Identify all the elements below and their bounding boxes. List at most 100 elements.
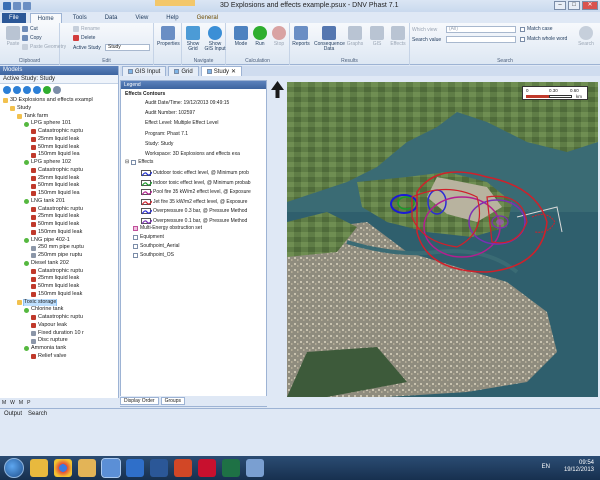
- legend-extra-obstruction[interactable]: Multi-Energy obstruction set: [133, 225, 202, 231]
- tree-item[interactable]: Ammonia tank: [0, 345, 118, 353]
- tree-item[interactable]: 150mm liquid lea: [0, 190, 118, 198]
- tab-data[interactable]: Data: [98, 13, 125, 23]
- tab-file[interactable]: File: [2, 13, 26, 23]
- match-case-checkbox[interactable]: [520, 26, 525, 32]
- tree-item[interactable]: 150mm liquid leak: [0, 229, 118, 237]
- tab-home[interactable]: Home: [29, 13, 62, 23]
- powerpoint-icon[interactable]: [174, 459, 192, 477]
- legend-extra-os[interactable]: Southpoint_OS: [133, 252, 174, 258]
- match-whole-word-option[interactable]: Match whole word: [520, 36, 567, 42]
- legend-extra-equipment[interactable]: Equipment: [133, 234, 164, 240]
- effect-legend-item[interactable]: Overpressure 0.1 bar, @ Pressure Method: [141, 217, 247, 224]
- excel-icon[interactable]: [222, 459, 240, 477]
- cut-button[interactable]: Cut: [22, 26, 38, 32]
- tree-item[interactable]: Catastrophic ruptu: [0, 206, 118, 214]
- tab-tools[interactable]: Tools: [66, 13, 94, 23]
- tab-search[interactable]: Search: [28, 411, 47, 417]
- tree-item[interactable]: Catastrophic ruptu: [0, 128, 118, 136]
- tree-item[interactable]: Chlorine tank: [0, 306, 118, 314]
- collapse-icon[interactable]: ⊟: [125, 159, 129, 165]
- legend-extra-aerial[interactable]: Southpoint_Aerial: [133, 243, 179, 249]
- aerial-map[interactable]: 0 0.30 0.60 km: [287, 82, 598, 397]
- graphs-button[interactable]: Graphs: [344, 26, 366, 47]
- tree-item[interactable]: 50mm liquid leak: [0, 221, 118, 229]
- up-arrow-icon[interactable]: [23, 86, 31, 94]
- which-view-select[interactable]: (All): [446, 26, 516, 33]
- tree-item[interactable]: Disc rupture: [0, 337, 118, 345]
- tree-item[interactable]: 150mm liquid leak: [0, 291, 118, 299]
- tab-help[interactable]: Help: [159, 13, 185, 23]
- tree-item[interactable]: 50mm liquid leak: [0, 283, 118, 291]
- forward-arrow-icon[interactable]: [13, 86, 21, 94]
- tree-item[interactable]: Catastrophic ruptu: [0, 268, 118, 276]
- language-indicator[interactable]: EN: [542, 464, 550, 470]
- start-button[interactable]: [4, 458, 24, 478]
- tree-item[interactable]: 3D Explosions and effects exampl: [0, 97, 118, 105]
- tab-gis-input[interactable]: GIS Input: [122, 66, 167, 76]
- models-tab-p[interactable]: P: [27, 400, 30, 406]
- tree-item[interactable]: 25mm liquid leak: [0, 175, 118, 183]
- close-tab-icon[interactable]: ✕: [231, 67, 236, 77]
- tree-item[interactable]: 25mm liquid leak: [0, 275, 118, 283]
- tree-item[interactable]: Tank farm: [0, 113, 118, 121]
- active-study-select[interactable]: Study: [105, 44, 150, 51]
- tab-view[interactable]: View: [128, 13, 155, 23]
- tab-output[interactable]: Output: [4, 411, 22, 417]
- add-icon[interactable]: [43, 86, 51, 94]
- effect-legend-item[interactable]: Outdoor toxic effect level, @ Minimum pr…: [141, 170, 249, 177]
- word-icon[interactable]: [150, 459, 168, 477]
- tree-item[interactable]: 250mm pipe ruptu: [0, 252, 118, 260]
- show-gis-button[interactable]: Show GIS Input: [204, 26, 226, 52]
- explorer-icon[interactable]: [30, 459, 48, 477]
- tree-item[interactable]: 25mm liquid leak: [0, 136, 118, 144]
- map-canvas[interactable]: [287, 82, 598, 397]
- match-case-option[interactable]: Match case: [520, 26, 553, 32]
- undo-icon[interactable]: [13, 2, 21, 10]
- effect-legend-item[interactable]: Overpressure 0.3 bar, @ Pressure Method: [141, 208, 247, 215]
- consequence-data-button[interactable]: Consequence Data: [314, 26, 345, 52]
- delete-button[interactable]: Delete: [73, 35, 95, 41]
- outlook-icon[interactable]: [126, 459, 144, 477]
- tree-item[interactable]: 50mm liquid leak: [0, 182, 118, 190]
- copy-button[interactable]: Copy: [22, 35, 42, 41]
- tree-item[interactable]: Toxic storage: [0, 298, 118, 307]
- tab-study[interactable]: Study ✕: [200, 66, 243, 77]
- tree-item[interactable]: 250 mm pipe ruptu: [0, 244, 118, 252]
- tab-general[interactable]: General: [190, 13, 225, 23]
- tree-item[interactable]: Catastrophic ruptu: [0, 314, 118, 322]
- tree-item[interactable]: 150mm liquid lea: [0, 151, 118, 159]
- system-tray[interactable]: 09:54 19/12/2013: [564, 460, 594, 474]
- tree-item[interactable]: Catastrophic ruptu: [0, 167, 118, 175]
- search-value-input[interactable]: [446, 36, 516, 43]
- models-tab-w[interactable]: W: [10, 400, 15, 406]
- rename-button[interactable]: Rename: [73, 26, 100, 32]
- folder-icon[interactable]: [78, 459, 96, 477]
- tab-display-order[interactable]: Display Order: [120, 397, 159, 405]
- tree-item[interactable]: LPG sphere 102: [0, 159, 118, 167]
- show-grid-button[interactable]: Show Grid: [182, 26, 204, 52]
- tree-item[interactable]: LPG sphere 101: [0, 120, 118, 128]
- models-tab-m[interactable]: M: [2, 400, 6, 406]
- tree-item[interactable]: LNG pipe 402-1: [0, 237, 118, 245]
- minimize-button[interactable]: –: [554, 1, 566, 10]
- effects-group[interactable]: ⊟ Effects: [125, 159, 153, 165]
- paint-icon[interactable]: [246, 459, 264, 477]
- tree-item[interactable]: Diesel tank 202: [0, 260, 118, 268]
- reports-button[interactable]: Reports: [290, 26, 312, 47]
- redo-icon[interactable]: [23, 2, 31, 10]
- effect-legend-item[interactable]: Indoor toxic effect level, @ Minimum pro…: [141, 179, 251, 186]
- search-button[interactable]: Search: [575, 26, 597, 47]
- chrome-icon[interactable]: [54, 459, 72, 477]
- tree-item[interactable]: 50mm liquid leak: [0, 144, 118, 152]
- tab-groups[interactable]: Groups: [160, 397, 185, 405]
- effects-button[interactable]: Effects: [387, 26, 409, 47]
- match-whole-word-checkbox[interactable]: [520, 36, 525, 42]
- properties-button[interactable]: Properties: [157, 26, 180, 47]
- effects-checkbox[interactable]: [131, 159, 137, 165]
- tree-item[interactable]: Vapour leak: [0, 322, 118, 330]
- acrobat-icon[interactable]: [198, 459, 216, 477]
- save-icon[interactable]: [3, 2, 11, 10]
- tab-grid[interactable]: Grid: [168, 66, 199, 76]
- gis-button[interactable]: GIS: [366, 26, 388, 47]
- phast-app-icon[interactable]: [101, 458, 121, 478]
